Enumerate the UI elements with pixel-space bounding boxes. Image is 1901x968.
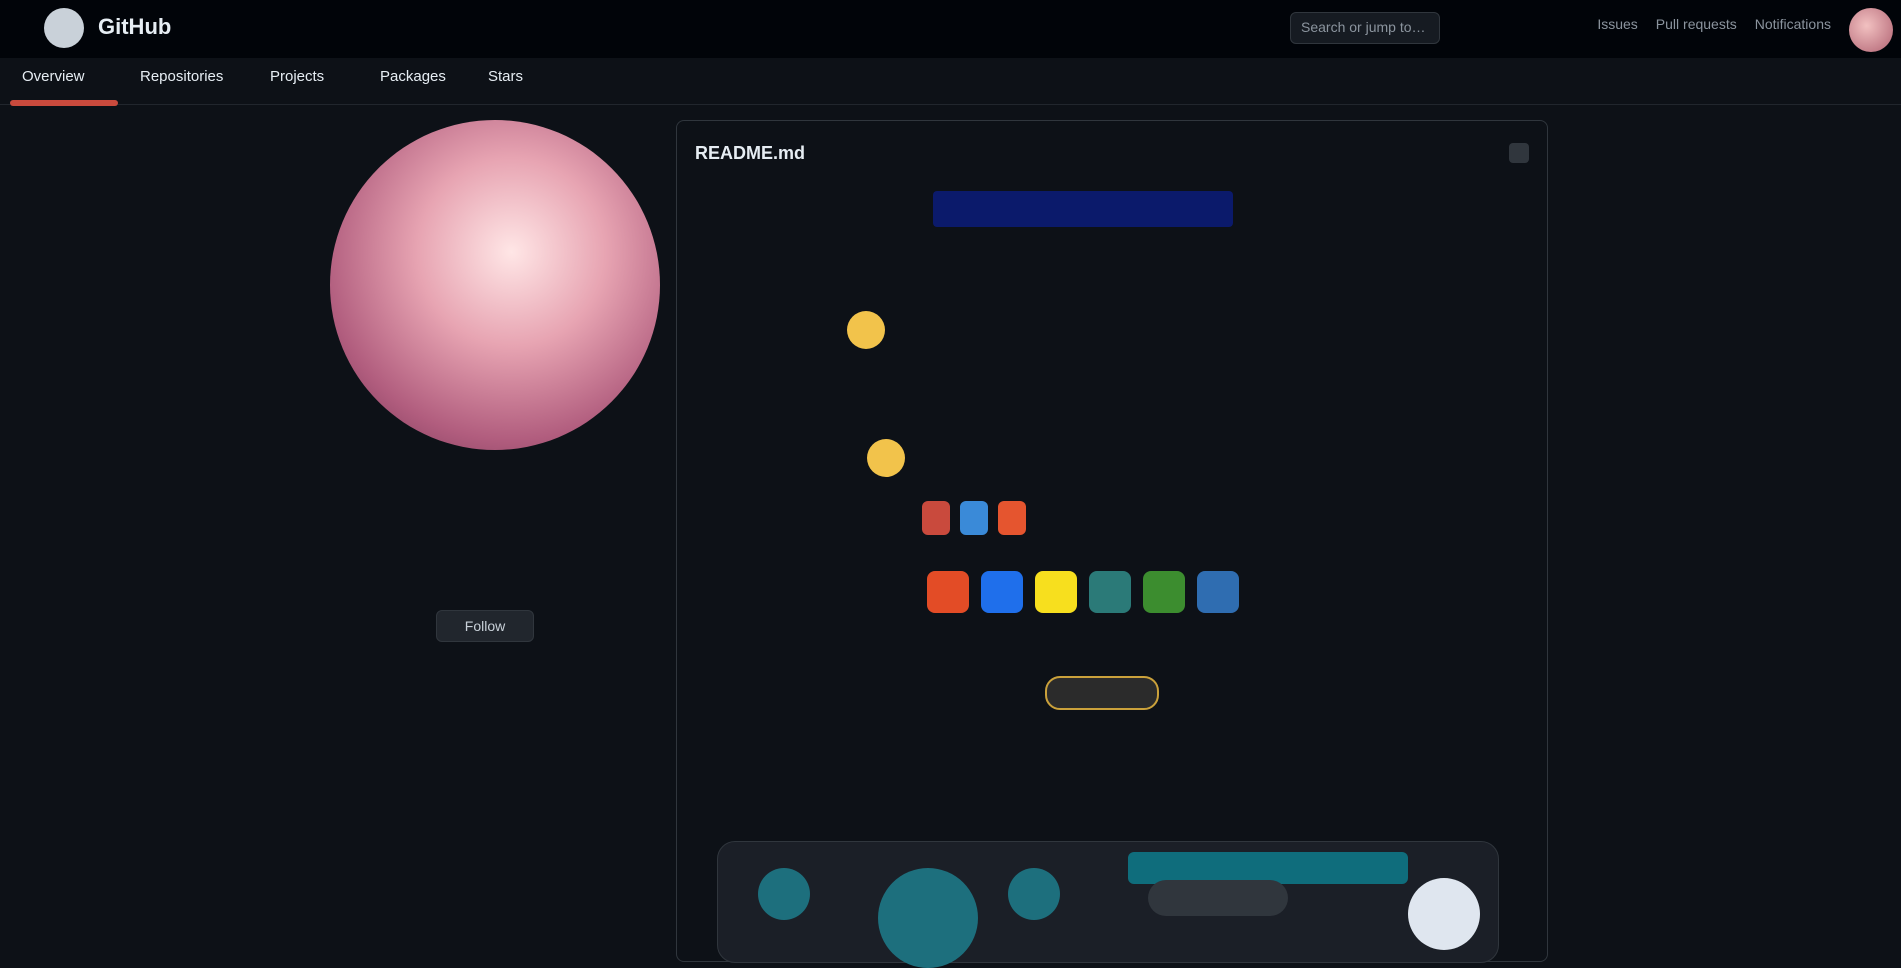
- tool-icon: [1089, 571, 1131, 613]
- active-tab-indicator: [10, 100, 118, 106]
- follow-button[interactable]: Follow: [436, 610, 534, 642]
- stats-card: [717, 841, 1499, 968]
- top-actions: Issues Pull requests Notifications: [1597, 16, 1831, 32]
- tab-repositories[interactable]: Repositories: [140, 68, 223, 85]
- view-pill[interactable]: [1045, 676, 1159, 710]
- tab-stars[interactable]: Stars: [488, 68, 523, 85]
- tab-projects[interactable]: Projects: [270, 68, 324, 85]
- stats-circle: [878, 868, 978, 968]
- readme-line-4: [867, 439, 911, 477]
- user-avatar[interactable]: [1849, 8, 1893, 52]
- top-action-issues[interactable]: Issues: [1597, 16, 1637, 32]
- css-icon: [981, 571, 1023, 613]
- readme-card: README.md: [676, 120, 1548, 968]
- stats-circle: [1008, 868, 1060, 920]
- readme-badges: [922, 501, 1026, 535]
- tab-packages[interactable]: Packages: [380, 68, 446, 85]
- edit-icon[interactable]: [1509, 143, 1529, 163]
- db-icon: [1197, 571, 1239, 613]
- badge[interactable]: [960, 501, 988, 535]
- github-logo-icon[interactable]: [44, 8, 84, 48]
- node-icon: [1143, 571, 1185, 613]
- badge[interactable]: [998, 501, 1026, 535]
- profile-avatar[interactable]: [330, 120, 660, 450]
- stats-chip: [1148, 880, 1288, 916]
- tab-overview[interactable]: Overview: [22, 68, 85, 85]
- top-action-prs[interactable]: Pull requests: [1656, 16, 1737, 32]
- html-icon: [927, 571, 969, 613]
- readme-line-1: [847, 311, 891, 349]
- badge[interactable]: [922, 501, 950, 535]
- search-input[interactable]: Search or jump to…: [1290, 12, 1440, 44]
- emoji-icon: [867, 439, 905, 477]
- brand-title: GitHub: [98, 14, 172, 39]
- javascript-icon: [1035, 571, 1077, 613]
- top-action-notifications[interactable]: Notifications: [1755, 16, 1831, 32]
- readme-banner: [933, 191, 1233, 227]
- stats-circle: [758, 868, 810, 920]
- tech-icons: [927, 571, 1239, 613]
- profile-tabs: Overview Repositories Projects Packages …: [0, 58, 1901, 105]
- emoji-icon: [847, 311, 885, 349]
- top-bar: GitHub Search or jump to… Issues Pull re…: [0, 0, 1901, 58]
- stats-dot: [1408, 878, 1480, 950]
- readme-title: README.md: [695, 143, 806, 163]
